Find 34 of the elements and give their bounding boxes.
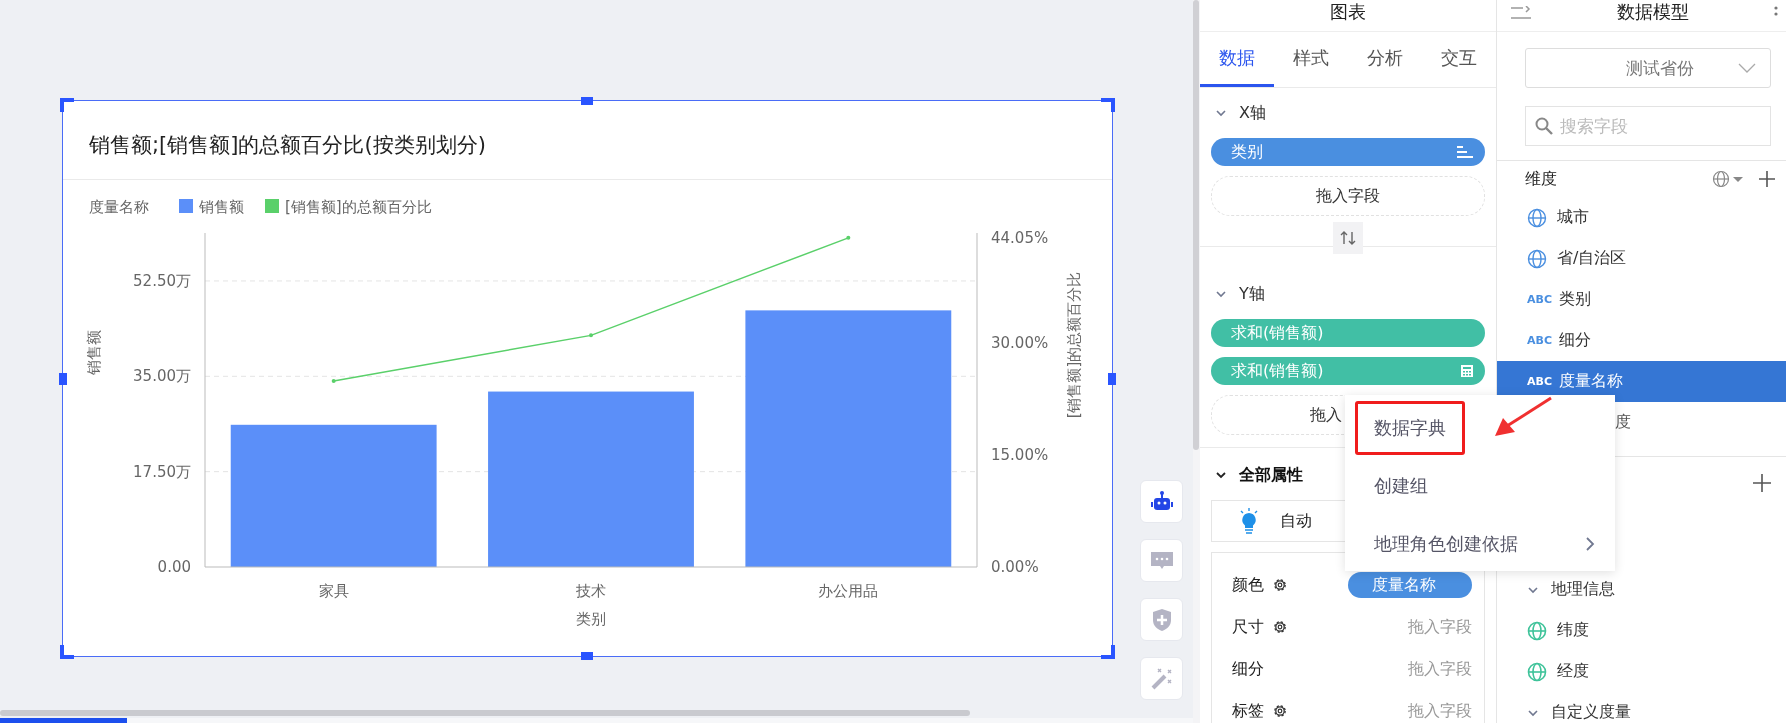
field-label: 度 [1615, 412, 1631, 433]
axis-tick-label: 0.00% [991, 558, 1039, 576]
legend-title: 度量名称 [89, 198, 149, 216]
legend-label: [销售额]的总额百分比 [285, 198, 432, 216]
legend-label: 销售额 [199, 198, 244, 216]
x-axis-title: 类别 [576, 610, 606, 628]
section-title: Y轴 [1239, 283, 1265, 305]
y-axis-title: [销售额]的总额百分比 [1065, 271, 1083, 419]
category-label: 技术 [576, 582, 606, 600]
category-label: 办公用品 [818, 582, 879, 600]
axis-tick-label: 44.05% [991, 228, 1049, 247]
panel-title: 图表 [1330, 1, 1366, 23]
axis-tick-label: 52.50万 [133, 271, 191, 290]
field-label: 类别 [1559, 289, 1591, 310]
panel-title: 数据模型 [1616, 1, 1689, 23]
section-title: 维度 [1525, 168, 1557, 190]
property-label: 颜色 [1232, 574, 1264, 596]
axis-tick-label: 15.00% [991, 445, 1049, 464]
property-label: 尺寸 [1232, 616, 1264, 638]
property-label: 细分 [1232, 658, 1264, 680]
y-axis-title: 销售额 [85, 329, 103, 375]
axis-tick-label: 0.00 [157, 558, 191, 576]
axis-tick-label: 30.00% [991, 333, 1049, 352]
chart-title: 销售额;[销售额]的总额百分比(按类别划分) [63, 101, 1112, 180]
field-label: 城市 [1557, 207, 1589, 228]
axis-tick-label: 17.50万 [133, 462, 191, 481]
section-title: X轴 [1239, 102, 1266, 124]
axis-tick-label: 35.00万 [133, 367, 191, 386]
field-label: 度量名称 [1559, 371, 1623, 392]
field-label: 细分 [1559, 330, 1591, 351]
category-label: 家具 [318, 582, 349, 600]
property-label: 标签 [1232, 700, 1264, 722]
field-label: 省/自治区 [1557, 248, 1627, 269]
section-title: 全部属性 [1239, 464, 1303, 486]
